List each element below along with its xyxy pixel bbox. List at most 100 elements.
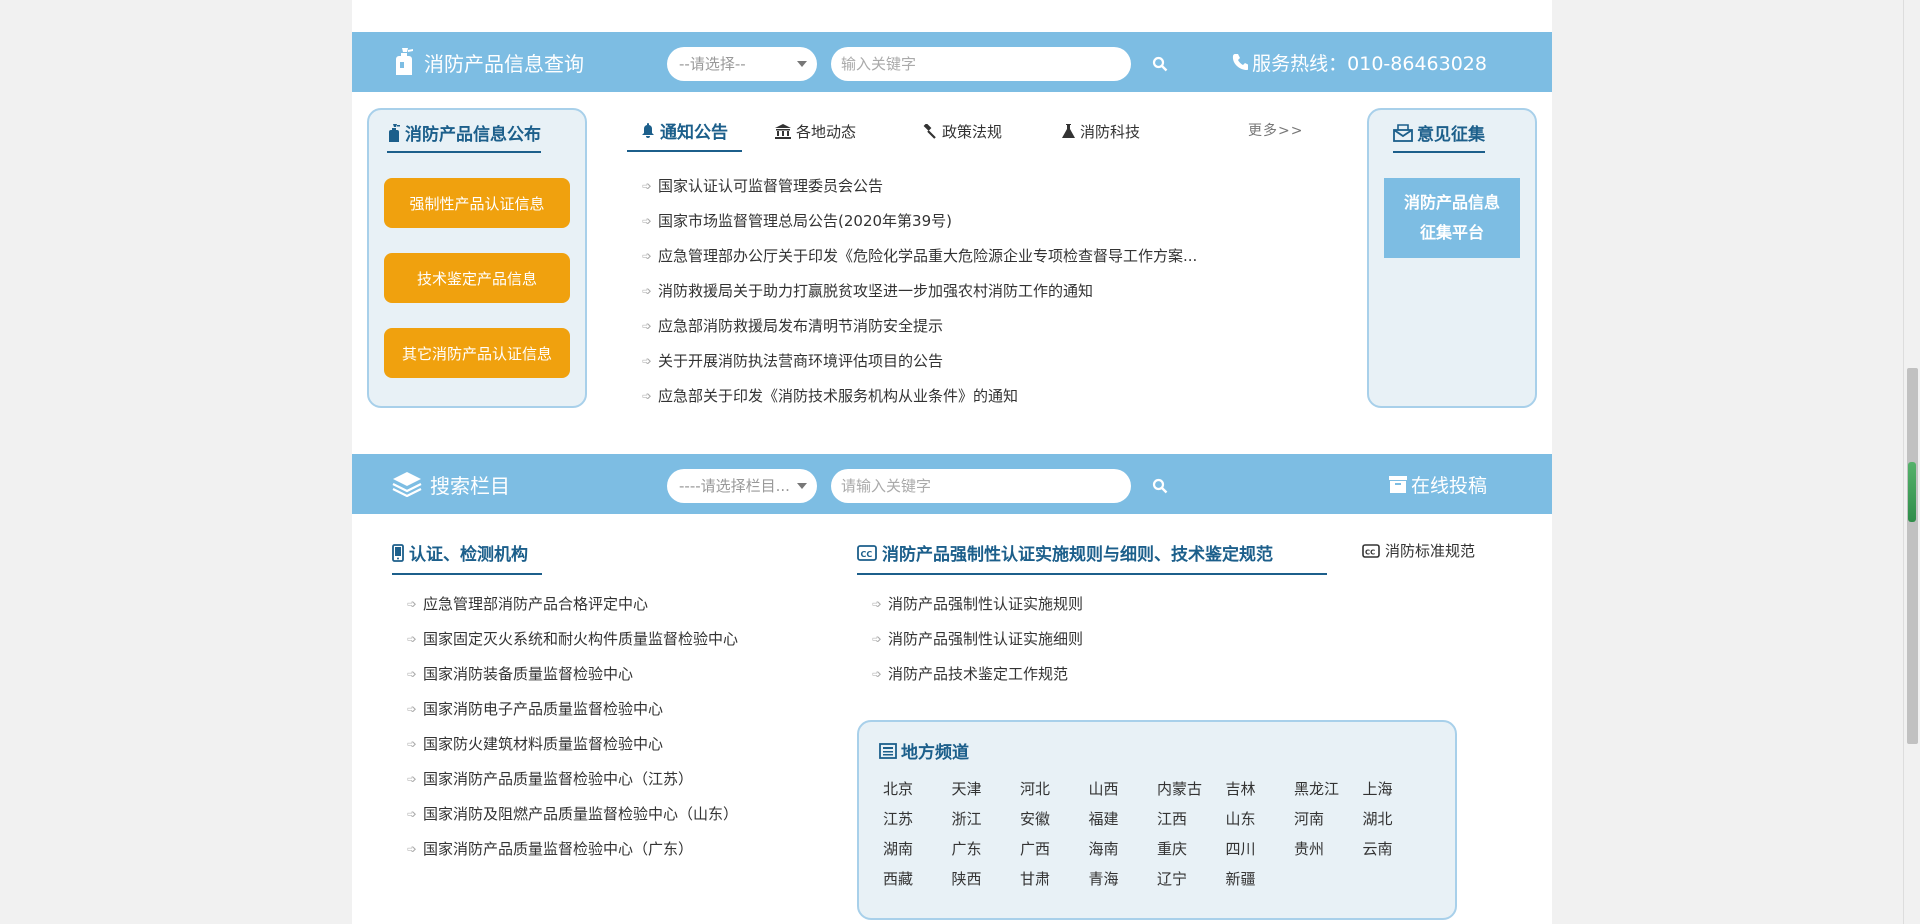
tech-appraisal-button[interactable]: 技术鉴定产品信息	[384, 253, 570, 303]
city-link[interactable]: 西藏	[883, 868, 952, 890]
news-item[interactable]: ➩ 国家市场监督管理总局公告(2020年第39号)	[642, 203, 1197, 238]
scrollbar-thumb[interactable]	[1907, 368, 1918, 744]
city-link[interactable]: 甘肃	[1020, 868, 1089, 890]
city-link[interactable]: 福建	[1089, 808, 1158, 830]
city-link[interactable]: 河南	[1294, 808, 1363, 830]
city-link[interactable]: 重庆	[1157, 838, 1226, 860]
column-search-title: 搜索栏目	[392, 454, 510, 514]
vertical-scrollbar[interactable]	[1903, 0, 1920, 924]
city-link[interactable]: 广西	[1020, 838, 1089, 860]
city-link[interactable]: 贵州	[1294, 838, 1363, 860]
city-link[interactable]: 江西	[1157, 808, 1226, 830]
standards-link[interactable]: CC 消防标准规范	[1362, 540, 1475, 561]
arrow-icon: ➩	[872, 631, 883, 646]
city-link[interactable]: 浙江	[952, 808, 1021, 830]
news-item[interactable]: ➩ 应急部消防救援局发布清明节消防安全提示	[642, 308, 1197, 343]
column-select[interactable]: ----请选择栏目...	[667, 469, 817, 503]
city-link[interactable]: 内蒙古	[1157, 778, 1226, 800]
news-item[interactable]: ➩ 国家认证认可监督管理委员会公告	[642, 168, 1197, 203]
regional-channels-title: 地方频道	[879, 738, 969, 769]
city-link[interactable]: 云南	[1363, 838, 1432, 860]
arrow-icon: ➩	[642, 213, 653, 228]
city-link[interactable]: 江苏	[883, 808, 952, 830]
city-link[interactable]: 山东	[1226, 808, 1295, 830]
city-link[interactable]: 湖南	[883, 838, 952, 860]
list-item[interactable]: ➩ 国家消防装备质量监督检验中心	[407, 656, 738, 691]
list-item[interactable]: ➩ 国家消防产品质量监督检验中心（广东）	[407, 831, 738, 866]
tab-notices[interactable]: 通知公告	[627, 110, 742, 152]
list-item[interactable]: ➩ 国家消防产品质量监督检验中心（江苏）	[407, 761, 738, 796]
news-item[interactable]: ➩ 消防救援局关于助力打赢脱贫攻坚进一步加强农村消防工作的通知	[642, 273, 1197, 308]
tab-technology[interactable]: 消防科技	[1062, 110, 1140, 152]
arrow-icon: ➩	[642, 248, 653, 263]
city-link[interactable]: 青海	[1089, 868, 1158, 890]
more-link[interactable]: 更多>>	[1248, 120, 1303, 140]
list-item[interactable]: ➩ 国家固定灭火系统和耐火构件质量监督检验中心	[407, 621, 738, 656]
list-item[interactable]: ➩ 国家消防及阻燃产品质量监督检验中心（山东）	[407, 796, 738, 831]
list-icon	[879, 742, 897, 759]
city-link[interactable]: 上海	[1363, 778, 1432, 800]
arrow-icon: ➩	[407, 771, 418, 786]
arrow-icon: ➩	[872, 596, 883, 611]
city-link[interactable]: 山西	[1089, 778, 1158, 800]
category-select[interactable]: --请选择--	[667, 47, 817, 81]
list-item[interactable]: ➩ 应急管理部消防产品合格评定中心	[407, 586, 738, 621]
city-link[interactable]: 广东	[952, 838, 1021, 860]
svg-text:CC: CC	[861, 550, 873, 559]
city-link[interactable]: 湖北	[1363, 808, 1432, 830]
search-button[interactable]	[1148, 52, 1172, 76]
city-link[interactable]: 四川	[1226, 838, 1295, 860]
page-content: 消防产品信息查询 --请选择-- 服务热线：010-86463028 消防产品信…	[352, 0, 1552, 924]
arrow-icon: ➩	[407, 736, 418, 751]
list-item[interactable]: ➩ 消防产品技术鉴定工作规范	[872, 656, 1083, 691]
ccc-certification-button[interactable]: 强制性产品认证信息	[384, 178, 570, 228]
tab-local-news[interactable]: 各地动态	[775, 110, 856, 152]
news-item[interactable]: ➩ 应急部关于印发《消防技术服务机构从业条件》的通知	[642, 378, 1197, 413]
gavel-icon	[923, 123, 936, 139]
column-search-button[interactable]	[1148, 474, 1172, 498]
product-publish-title: 消防产品信息公布	[387, 120, 541, 153]
list-item[interactable]: ➩ 国家消防电子产品质量监督检验中心	[407, 691, 738, 726]
opinion-box: 意见征集 消防产品信息 征集平台	[1367, 108, 1537, 408]
column-search-bar: 搜索栏目 ----请选择栏目... 在线投稿	[352, 454, 1552, 514]
city-link[interactable]: 新疆	[1226, 868, 1295, 890]
list-item[interactable]: ➩ 消防产品强制性认证实施细则	[872, 621, 1083, 656]
search-icon	[1152, 56, 1168, 72]
city-link[interactable]: 辽宁	[1157, 868, 1226, 890]
city-link[interactable]: 安徽	[1020, 808, 1089, 830]
column-keyword-input[interactable]	[831, 469, 1131, 503]
list-item[interactable]: ➩ 消防产品强制性认证实施规则	[872, 586, 1083, 621]
keyword-input[interactable]	[831, 47, 1131, 81]
arrow-icon: ➩	[407, 666, 418, 681]
scroll-widget[interactable]	[1908, 462, 1916, 522]
opinion-platform-button[interactable]: 消防产品信息 征集平台	[1384, 178, 1520, 258]
news-item[interactable]: ➩ 关于开展消防执法营商环境评估项目的公告	[642, 343, 1197, 378]
city-link[interactable]: 海南	[1089, 838, 1158, 860]
arrow-icon: ➩	[407, 806, 418, 821]
city-link[interactable]: 陕西	[952, 868, 1021, 890]
city-link[interactable]: 黑龙江	[1294, 778, 1363, 800]
tab-policy[interactable]: 政策法规	[922, 110, 1002, 152]
city-link[interactable]: 吉林	[1226, 778, 1295, 800]
mobile-icon	[392, 543, 404, 562]
city-link[interactable]: 天津	[952, 778, 1021, 800]
list-item[interactable]: ➩ 国家防火建筑材料质量监督检验中心	[407, 726, 738, 761]
city-link[interactable]: 北京	[883, 778, 952, 800]
other-certification-button[interactable]: 其它消防产品认证信息	[384, 328, 570, 378]
news-tabs: 通知公告 各地动态 政策法规 消防科技	[627, 110, 1287, 152]
bell-icon	[642, 123, 654, 138]
product-query-title: 消防产品信息查询	[392, 32, 584, 92]
city-grid: 北京 天津 河北 山西 内蒙古 吉林 黑龙江 上海 江苏 浙江 安徽 福建 江西…	[883, 778, 1443, 890]
arrow-icon: ➩	[407, 596, 418, 611]
institutions-list: ➩ 应急管理部消防产品合格评定中心 ➩ 国家固定灭火系统和耐火构件质量监督检验中心 …	[407, 586, 738, 866]
cc-icon: CC	[1362, 543, 1380, 558]
service-hotline: 服务热线：010-86463028	[1232, 32, 1487, 92]
rules-title[interactable]: CC 消防产品强制性认证实施规则与细则、技术鉴定规范	[857, 540, 1327, 575]
layers-icon	[392, 472, 422, 497]
rules-list: ➩ 消防产品强制性认证实施规则 ➩ 消防产品强制性认证实施细则 ➩ 消防产品技术鉴定工…	[872, 586, 1083, 691]
news-item[interactable]: ➩ 应急管理部办公厅关于印发《危险化学品重大危险源企业专项检查督导工作方案...	[642, 238, 1197, 273]
phone-icon	[1233, 54, 1249, 70]
chevron-down-icon	[797, 61, 807, 67]
online-submit-button[interactable]: 在线投稿	[1388, 454, 1487, 514]
city-link[interactable]: 河北	[1020, 778, 1089, 800]
